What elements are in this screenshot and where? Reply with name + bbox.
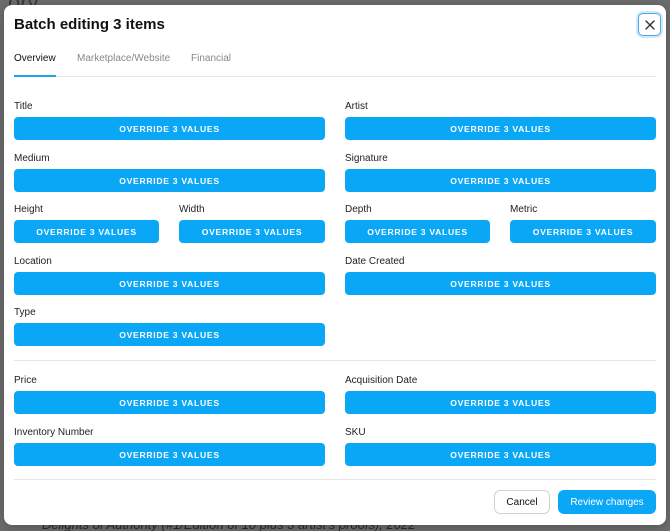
batch-edit-dialog: Batch editing 3 items Overview Marketpla… [4, 5, 666, 525]
artist-override-button[interactable]: OVERRIDE 3 VALUES [345, 117, 656, 140]
height-override-button[interactable]: OVERRIDE 3 VALUES [14, 220, 159, 243]
location-label: Location [14, 256, 52, 267]
depth-label: Depth [345, 204, 372, 215]
price-override-button[interactable]: OVERRIDE 3 VALUES [14, 391, 325, 414]
medium-override-button[interactable]: OVERRIDE 3 VALUES [14, 169, 325, 192]
signature-override-button[interactable]: OVERRIDE 3 VALUES [345, 169, 656, 192]
type-override-button[interactable]: OVERRIDE 3 VALUES [14, 323, 325, 346]
acquisition-date-label: Acquisition Date [345, 375, 418, 386]
inventory-number-label: Inventory Number [14, 427, 94, 438]
tab-financial[interactable]: Financial [191, 53, 231, 77]
acquisition-date-override-button[interactable]: OVERRIDE 3 VALUES [345, 391, 656, 414]
cancel-button[interactable]: Cancel [494, 490, 550, 514]
dialog-title: Batch editing 3 items [14, 16, 165, 33]
review-changes-button[interactable]: Review changes [558, 490, 656, 514]
sku-override-button[interactable]: OVERRIDE 3 VALUES [345, 443, 656, 466]
section-divider [14, 360, 656, 361]
tab-overview[interactable]: Overview [14, 53, 56, 77]
depth-override-button[interactable]: OVERRIDE 3 VALUES [345, 220, 490, 243]
close-icon [644, 19, 655, 30]
title-override-button[interactable]: OVERRIDE 3 VALUES [14, 117, 325, 140]
metric-label: Metric [510, 204, 538, 215]
medium-label: Medium [14, 153, 50, 164]
tab-marketplace-website[interactable]: Marketplace/Website [77, 53, 170, 77]
width-override-button[interactable]: OVERRIDE 3 VALUES [179, 220, 325, 243]
location-override-button[interactable]: OVERRIDE 3 VALUES [14, 272, 325, 295]
title-label: Title [14, 101, 33, 112]
type-label: Type [14, 307, 36, 318]
metric-override-button[interactable]: OVERRIDE 3 VALUES [510, 220, 656, 243]
width-label: Width [179, 204, 205, 215]
signature-label: Signature [345, 153, 388, 164]
date-created-override-button[interactable]: OVERRIDE 3 VALUES [345, 272, 656, 295]
tab-bar: Overview Marketplace/Website Financial [14, 53, 656, 77]
close-button[interactable] [638, 13, 661, 36]
artist-label: Artist [345, 101, 368, 112]
price-label: Price [14, 375, 37, 386]
sku-label: SKU [345, 427, 366, 438]
footer-divider [14, 479, 656, 480]
inventory-number-override-button[interactable]: OVERRIDE 3 VALUES [14, 443, 325, 466]
height-label: Height [14, 204, 43, 215]
date-created-label: Date Created [345, 256, 405, 267]
